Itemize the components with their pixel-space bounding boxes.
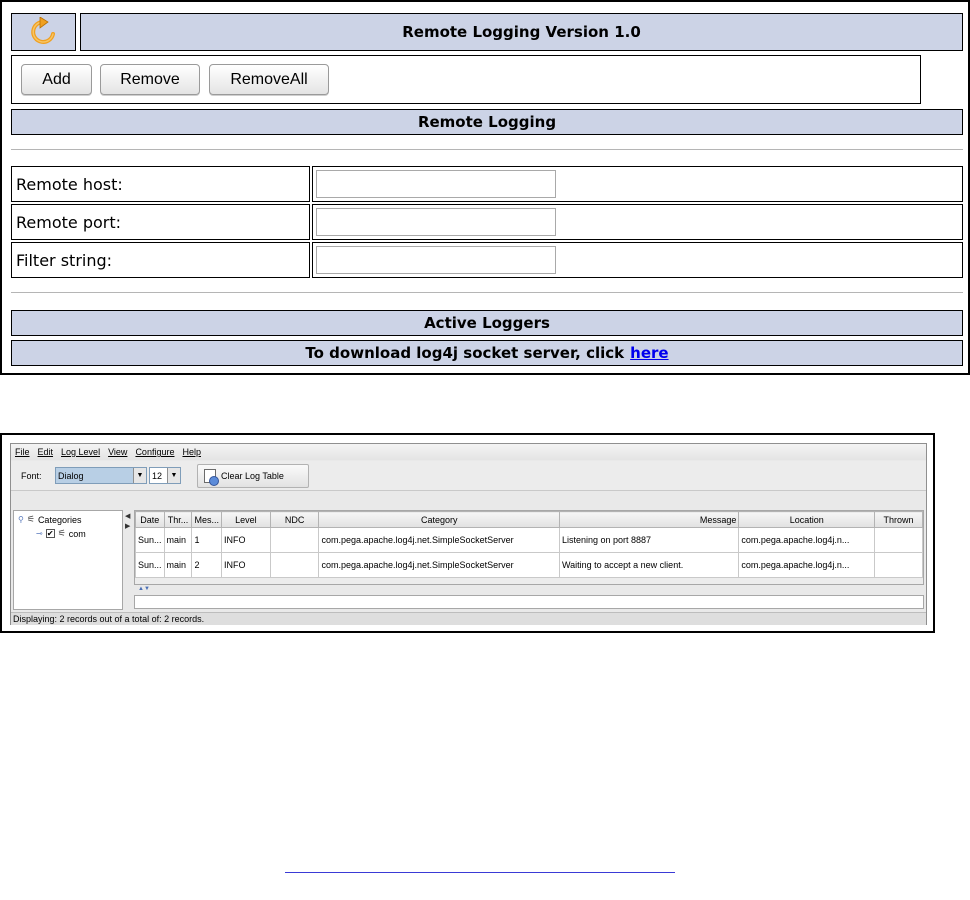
menu-log-level[interactable]: Log Level bbox=[61, 447, 100, 457]
tree-connector-icon: ⊸ bbox=[36, 529, 43, 538]
remote-host-label: Remote host: bbox=[11, 166, 310, 202]
cell-category: com.pega.apache.log4j.net.SimpleSocketSe… bbox=[318, 552, 560, 578]
column-header-location[interactable]: Location bbox=[738, 511, 876, 528]
remove-all-button[interactable]: RemoveAll bbox=[209, 64, 329, 95]
menu-view[interactable]: View bbox=[108, 447, 127, 457]
filter-string-cell bbox=[312, 242, 963, 278]
add-button[interactable]: Add bbox=[21, 64, 92, 95]
column-header-message[interactable]: Message bbox=[558, 511, 740, 528]
viewer-toolbar: Font: Dialog ▼ 12 ▼ Clear Log Table bbox=[11, 461, 926, 491]
cell-message-id: 1 bbox=[191, 527, 222, 553]
cell-date: Sun... bbox=[135, 527, 165, 553]
logo-cell bbox=[11, 13, 76, 51]
tree-node-categories[interactable]: ⚲ ⚟ Categories bbox=[18, 514, 81, 525]
remote-port-label: Remote port: bbox=[11, 204, 310, 240]
section-header-remote-logging: Remote Logging bbox=[11, 109, 963, 135]
divider bbox=[11, 292, 963, 293]
chevron-down-icon[interactable]: ▼ bbox=[133, 468, 146, 483]
cell-level: INFO bbox=[221, 527, 271, 553]
column-header-thread[interactable]: Thr... bbox=[163, 511, 193, 528]
hierarchy-icon: ⚟ bbox=[57, 528, 66, 538]
cell-location: com.pega.apache.log4j.n... bbox=[738, 527, 876, 553]
cell-category: com.pega.apache.log4j.net.SimpleSocketSe… bbox=[318, 527, 560, 553]
menu-edit[interactable]: Edit bbox=[38, 447, 54, 457]
tree-node-label: com bbox=[68, 528, 86, 539]
cell-ndc bbox=[269, 527, 320, 553]
cell-thread: main bbox=[163, 552, 193, 578]
log-table-grid: Date Thr... Mes... Level NDC Category Me… bbox=[135, 511, 923, 578]
cell-message: Listening on port 8887 bbox=[558, 527, 740, 553]
cell-message: Waiting to accept a new client. bbox=[558, 552, 740, 578]
collapse-right-icon[interactable]: ▶ bbox=[125, 522, 130, 530]
remove-button[interactable]: Remove bbox=[100, 64, 200, 95]
remote-port-input[interactable] bbox=[316, 208, 556, 236]
table-row[interactable]: Sun... main 1 INFO com.pega.apache.log4j… bbox=[135, 527, 923, 553]
font-size-value: 12 bbox=[152, 470, 163, 481]
page-title: Remote Logging Version 1.0 bbox=[80, 13, 963, 51]
font-label: Font: bbox=[21, 471, 42, 481]
tree-node-label: Categories bbox=[37, 514, 82, 525]
table-row[interactable]: Sun... main 2 INFO com.pega.apache.log4j… bbox=[135, 552, 923, 578]
refresh-arrow-icon bbox=[30, 17, 55, 44]
filter-string-label: Filter string: bbox=[11, 242, 310, 278]
column-header-level[interactable]: Level bbox=[221, 511, 271, 528]
hierarchy-icon: ⚟ bbox=[26, 514, 35, 524]
tree-node-com[interactable]: ⊸ ✔ ⚟ com bbox=[36, 528, 86, 539]
clear-log-table-label: Clear Log Table bbox=[221, 471, 284, 481]
column-header-ndc[interactable]: NDC bbox=[269, 511, 320, 528]
remote-host-cell bbox=[312, 166, 963, 202]
download-text: To download log4j socket server, click bbox=[305, 344, 625, 362]
expand-handle-icon[interactable]: ⚲ bbox=[18, 515, 24, 524]
split-handle[interactable]: ▲▼ bbox=[134, 586, 924, 594]
checkbox-checked-icon[interactable]: ✔ bbox=[45, 529, 55, 538]
cell-thread: main bbox=[163, 527, 193, 553]
status-bar: Displaying: 2 records out of a total of:… bbox=[11, 612, 926, 625]
column-header-category[interactable]: Category bbox=[318, 511, 560, 528]
category-tree: ⚲ ⚟ Categories ⊸ ✔ ⚟ com bbox=[13, 510, 123, 610]
cell-message-id: 2 bbox=[191, 552, 222, 578]
section-header-active-loggers: Active Loggers bbox=[11, 310, 963, 336]
menu-configure[interactable]: Configure bbox=[135, 447, 174, 457]
collapse-left-icon[interactable]: ◀ bbox=[125, 512, 130, 520]
cell-thrown bbox=[874, 552, 923, 578]
cell-level: INFO bbox=[221, 552, 271, 578]
font-select[interactable]: Dialog ▼ bbox=[55, 467, 147, 484]
detail-pane bbox=[134, 595, 924, 609]
download-here-link[interactable]: here bbox=[630, 344, 668, 362]
button-toolbar: Add Remove RemoveAll bbox=[11, 55, 921, 104]
remote-host-input[interactable] bbox=[316, 170, 556, 198]
cell-date: Sun... bbox=[135, 552, 165, 578]
clear-document-icon bbox=[204, 469, 219, 486]
divider bbox=[11, 149, 963, 150]
log-viewer-window: File Edit Log Level View Configure Help … bbox=[10, 443, 927, 625]
column-header-message-id[interactable]: Mes... bbox=[191, 511, 222, 528]
column-header-thrown[interactable]: Thrown bbox=[874, 511, 923, 528]
remote-logging-panel: Remote Logging Version 1.0 Add Remove Re… bbox=[0, 0, 970, 375]
filter-string-input[interactable] bbox=[316, 246, 556, 274]
cell-location: com.pega.apache.log4j.n... bbox=[738, 552, 876, 578]
column-header-date[interactable]: Date bbox=[135, 511, 165, 528]
menu-file[interactable]: File bbox=[15, 447, 30, 457]
menu-help[interactable]: Help bbox=[182, 447, 201, 457]
divider-line bbox=[285, 872, 675, 873]
pane-splitter[interactable]: ◀ ▶ bbox=[124, 510, 133, 610]
clear-log-table-button[interactable]: Clear Log Table bbox=[197, 464, 309, 488]
chevron-down-icon[interactable]: ▼ bbox=[167, 468, 180, 483]
font-size-select[interactable]: 12 ▼ bbox=[149, 467, 181, 484]
status-text: Displaying: 2 records out of a total of:… bbox=[13, 614, 205, 624]
font-select-value: Dialog bbox=[58, 470, 84, 481]
log-viewer-screenshot: File Edit Log Level View Configure Help … bbox=[0, 433, 935, 633]
menu-bar: File Edit Log Level View Configure Help bbox=[11, 444, 926, 460]
cell-ndc bbox=[269, 552, 320, 578]
remote-port-cell bbox=[312, 204, 963, 240]
download-banner: To download log4j socket server, click h… bbox=[11, 340, 963, 366]
table-header-row: Date Thr... Mes... Level NDC Category Me… bbox=[135, 511, 923, 528]
log-table: Date Thr... Mes... Level NDC Category Me… bbox=[134, 510, 924, 585]
cell-thrown bbox=[874, 527, 923, 553]
